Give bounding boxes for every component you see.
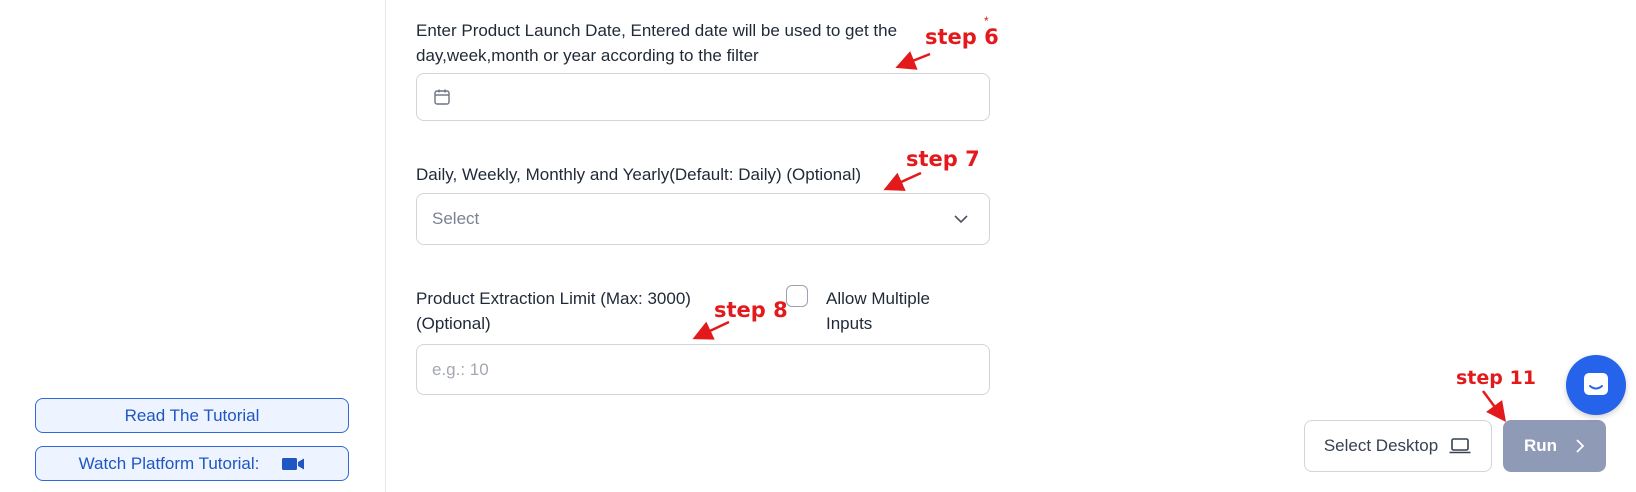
launch-date-input[interactable] bbox=[416, 73, 990, 121]
extraction-limit-field[interactable] bbox=[416, 344, 990, 395]
step-11-annotation: step 11 bbox=[1456, 367, 1536, 389]
laptop-icon bbox=[1448, 437, 1472, 455]
chat-icon bbox=[1581, 370, 1611, 400]
launch-date-label-line1: Enter Product Launch Date, Entered date … bbox=[416, 21, 898, 40]
step-6-annotation: step 6 bbox=[925, 25, 999, 49]
select-desktop-button[interactable]: Select Desktop bbox=[1304, 420, 1492, 472]
calendar-icon bbox=[433, 88, 451, 106]
frequency-label: Daily, Weekly, Monthly and Yearly(Defaul… bbox=[416, 165, 862, 184]
allow-multiple-label-line2: Inputs bbox=[826, 314, 873, 333]
chevron-right-icon bbox=[1575, 438, 1585, 454]
extraction-limit-label-line2: (Optional) bbox=[416, 314, 491, 333]
chat-widget-button[interactable] bbox=[1566, 355, 1626, 415]
launch-date-label-line2: day,week,month or year according to the … bbox=[416, 46, 759, 65]
watch-tutorial-button[interactable]: Watch Platform Tutorial: bbox=[35, 446, 349, 481]
video-camera-icon bbox=[281, 456, 305, 472]
frequency-selected-value: Select bbox=[432, 209, 480, 228]
read-tutorial-button[interactable]: Read The Tutorial bbox=[35, 398, 349, 433]
step-8-annotation: step 8 bbox=[714, 298, 788, 322]
extraction-limit-label: Product Extraction Limit (Max: 3000) (Op… bbox=[416, 286, 691, 336]
watch-tutorial-label: Watch Platform Tutorial: bbox=[78, 453, 260, 473]
launch-date-label: Enter Product Launch Date, Entered date … bbox=[416, 18, 897, 68]
frequency-select[interactable]: Select bbox=[416, 193, 990, 245]
extraction-limit-label-line1: Product Extraction Limit (Max: 3000) bbox=[416, 289, 691, 308]
run-label: Run bbox=[1523, 436, 1558, 455]
allow-multiple-label-line1: Allow Multiple bbox=[826, 289, 930, 308]
step-7-annotation: step 7 bbox=[906, 147, 980, 171]
read-tutorial-label: Read The Tutorial bbox=[124, 405, 260, 425]
chevron-down-icon bbox=[953, 214, 969, 224]
extraction-limit-input[interactable] bbox=[417, 359, 989, 380]
run-button[interactable]: Run bbox=[1503, 420, 1606, 472]
allow-multiple-label: Allow Multiple Inputs bbox=[826, 286, 930, 336]
select-desktop-label: Select Desktop bbox=[1323, 436, 1439, 455]
allow-multiple-checkbox[interactable] bbox=[786, 285, 808, 307]
sidebar: Read The Tutorial Watch Platform Tutoria… bbox=[0, 0, 386, 492]
